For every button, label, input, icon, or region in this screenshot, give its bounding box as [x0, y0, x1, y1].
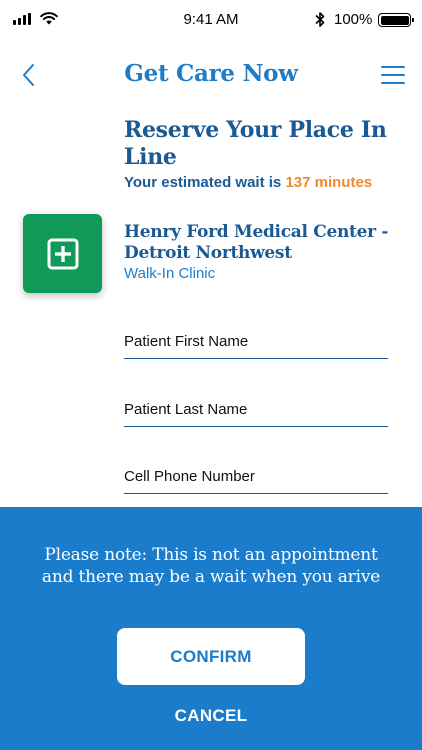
wait-label: Your estimated wait is	[124, 174, 282, 191]
last-name-input[interactable]	[124, 393, 388, 426]
phone-field	[124, 460, 388, 494]
first-name-input[interactable]	[124, 325, 388, 358]
medical-cross-icon	[23, 214, 102, 293]
page-title: Get Care Now	[124, 60, 298, 87]
bluetooth-icon	[315, 12, 325, 27]
wait-notice: Please note: This is not an appointment …	[41, 545, 381, 587]
wait-value: 137 minutes	[285, 174, 373, 191]
battery-icon	[378, 13, 414, 27]
confirm-button[interactable]: CONFIRM	[117, 628, 305, 685]
status-bar: 9:41 AM 100%	[0, 0, 422, 40]
cancel-button[interactable]: CANCEL	[151, 703, 271, 729]
battery-percent: 100%	[334, 11, 373, 28]
estimated-wait: Your estimated wait is 137 minutes	[124, 174, 414, 191]
hamburger-menu-icon[interactable]	[381, 66, 405, 84]
reserve-title: Reserve Your Place In Line	[124, 117, 387, 170]
last-name-field	[124, 393, 388, 427]
confirmation-panel: Please note: This is not an appointment …	[0, 507, 422, 750]
screen: 9:41 AM 100% Get Care Now Reserve Your P…	[0, 0, 422, 750]
phone-input[interactable]	[124, 460, 388, 493]
clinic-name: Henry Ford Medical Center - Detroit Nort…	[124, 222, 389, 263]
nav-bar: Get Care Now	[0, 52, 422, 98]
clinic-type: Walk-In Clinic	[124, 265, 216, 282]
first-name-field	[124, 325, 388, 359]
